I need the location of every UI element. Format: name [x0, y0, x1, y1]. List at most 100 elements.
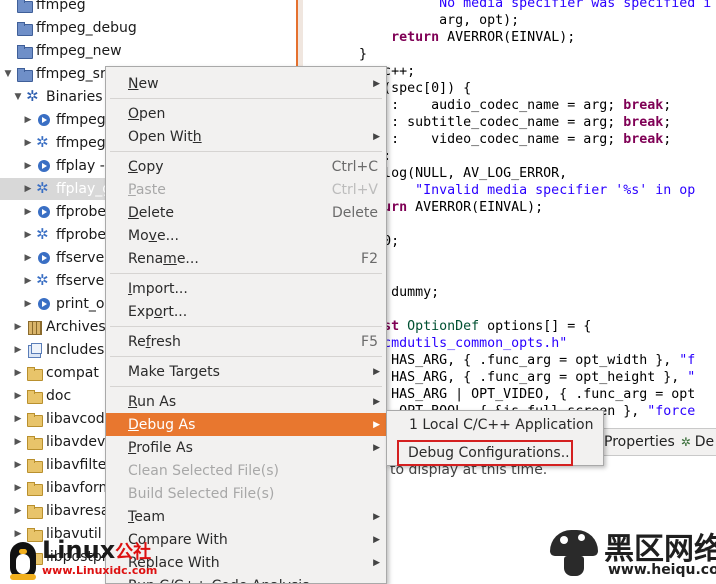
code-token: : video_codec_name = arg; — [383, 132, 624, 147]
submenu-arrow-icon: ▶ — [373, 78, 380, 89]
collapsed-twisty-icon[interactable]: ▶ — [22, 207, 34, 217]
code-token: options[] = { — [479, 319, 592, 334]
collapsed-twisty-icon[interactable]: ▶ — [22, 115, 34, 125]
tree-item[interactable]: ffmpeg_new — [0, 40, 296, 62]
menu-label-part: Clean Selected File(s) — [128, 462, 279, 479]
menu-debug-as[interactable]: Debug As ▶ — [106, 413, 386, 436]
menu-run-as[interactable]: Run As ▶ — [106, 390, 386, 413]
tab-properties[interactable]: Properties — [600, 434, 675, 450]
menu-mnemonic: D — [128, 204, 139, 221]
collapsed-twisty-icon[interactable]: ▶ — [12, 437, 24, 447]
collapsed-twisty-icon[interactable]: ▶ — [12, 345, 24, 355]
menu-label-part: rt... — [162, 303, 188, 320]
menu-item-label: Profile As — [128, 440, 193, 456]
collapsed-twisty-icon[interactable]: ▶ — [22, 230, 34, 240]
collapsed-twisty-icon[interactable]: ▶ — [12, 368, 24, 378]
binary-gear-icon — [36, 133, 52, 151]
collapsed-twisty-icon[interactable]: ▶ — [22, 138, 34, 148]
menu-label-part: un As — [137, 393, 177, 410]
archives-icon — [26, 319, 42, 335]
linux-watermark-url: www.Linuxidc.com — [42, 564, 158, 577]
collapsed-twisty-icon[interactable]: ▶ — [22, 276, 34, 286]
tree-item-label: libavdevi — [46, 434, 110, 450]
linux-watermark-word: Linux — [42, 536, 116, 564]
collapsed-twisty-icon[interactable]: ▶ — [12, 483, 24, 493]
menu-paste[interactable]: Paste Ctrl+V — [106, 178, 386, 201]
menu-rename[interactable]: Rename... F2 — [106, 247, 386, 270]
tree-item[interactable]: ffmpeg — [0, 0, 296, 16]
menu-open-with[interactable]: Open With ▶ — [106, 125, 386, 148]
menu-team[interactable]: Team ▶ — [106, 505, 386, 528]
code-token: OptionDef — [407, 319, 480, 334]
menu-export[interactable]: Export... — [106, 300, 386, 323]
menu-label-part: ew — [138, 75, 159, 92]
submenu-item-label: 1 Local C/C++ Application — [409, 417, 594, 433]
submenu-arrow-icon: ▶ — [373, 442, 380, 453]
folder-icon — [26, 480, 43, 496]
code-token: No media specifier was specified i — [439, 0, 712, 11]
menu-label-part: pen — [139, 105, 166, 122]
menu-new[interactable]: New ▶ — [106, 72, 386, 95]
code-token: AVERROR(EINVAL); — [407, 200, 544, 215]
binary-run-icon — [36, 296, 52, 312]
menu-separator — [110, 386, 382, 387]
menu-label-part: mport... — [132, 280, 188, 297]
expanded-twisty-icon[interactable]: ▼ — [12, 92, 24, 102]
code-token: break — [623, 115, 664, 130]
menu-open[interactable]: Open — [106, 102, 386, 125]
binary-run-icon — [36, 204, 52, 220]
tree-item-label: print_o — [56, 296, 105, 312]
folder-icon — [26, 365, 43, 381]
tree-item[interactable]: ffmpeg_debug — [0, 17, 296, 39]
menu-mnemonic: O — [128, 105, 140, 122]
menu-label-part: Mo — [128, 227, 149, 244]
submenu-local-cpp-app[interactable]: 1 Local C/C++ Application — [387, 413, 603, 437]
context-menu: New ▶ Open Open With ▶ Copy Ctrl+C Paste Ctrl+V D… — [105, 66, 387, 584]
menu-delete[interactable]: Delete Delete — [106, 201, 386, 224]
menu-shortcut: F5 — [361, 333, 378, 350]
menu-shortcut: Delete — [332, 204, 378, 221]
menu-move[interactable]: Move... — [106, 224, 386, 247]
menu-label-part: opy — [137, 158, 164, 175]
menu-item-label: Build Selected File(s) — [128, 486, 274, 502]
menu-shortcut: Ctrl+C — [331, 158, 378, 175]
menu-mnemonic: R — [128, 393, 138, 410]
menu-item-label: Run As — [128, 394, 176, 410]
menu-mnemonic: m — [163, 250, 177, 267]
collapsed-twisty-icon[interactable]: ▶ — [22, 184, 34, 194]
collapsed-twisty-icon[interactable]: ▶ — [12, 460, 24, 470]
menu-item-label: Import... — [128, 281, 188, 297]
menu-mnemonic: P — [128, 439, 137, 456]
binary-run-icon — [36, 112, 52, 128]
menu-label-part: Re — [128, 333, 146, 350]
collapsed-twisty-icon[interactable]: ▶ — [12, 322, 24, 332]
menu-clean-selected[interactable]: Clean Selected File(s) — [106, 459, 386, 482]
menu-copy[interactable]: Copy Ctrl+C — [106, 155, 386, 178]
code-token: " — [687, 370, 696, 385]
menu-profile-as[interactable]: Profile As ▶ — [106, 436, 386, 459]
menu-mnemonic: o — [154, 303, 163, 320]
tree-item-label: ffprobe — [56, 204, 107, 220]
collapsed-twisty-icon[interactable]: ▶ — [12, 506, 24, 516]
binary-gear-icon — [36, 225, 52, 243]
code-token: "force — [647, 404, 696, 419]
menu-import[interactable]: Import... — [106, 277, 386, 300]
menu-label-part: rofile As — [136, 439, 193, 456]
collapsed-twisty-icon[interactable]: ▶ — [12, 414, 24, 424]
menu-make-targets[interactable]: Make Targets ▶ — [106, 360, 386, 383]
folder-icon — [26, 411, 43, 427]
submenu-debug-configurations[interactable]: Debug Configurations... — [387, 441, 603, 465]
collapsed-twisty-icon[interactable]: ▶ — [12, 391, 24, 401]
menu-build-selected[interactable]: Build Selected File(s) — [106, 482, 386, 505]
tree-item-label: libavresa — [46, 503, 110, 519]
menu-refresh[interactable]: Refresh F5 — [106, 330, 386, 353]
code-line: arg, opt); — [303, 12, 519, 29]
collapsed-twisty-icon[interactable]: ▶ — [22, 161, 34, 171]
submenu-item-label: Debug Configurations... — [408, 445, 575, 461]
expanded-twisty-icon[interactable]: ▼ — [2, 69, 14, 79]
collapsed-twisty-icon[interactable]: ▶ — [22, 299, 34, 309]
menu-label-part: e... — [176, 250, 199, 267]
collapsed-twisty-icon[interactable]: ▶ — [22, 253, 34, 263]
tab-debug[interactable]: De — [693, 434, 714, 450]
menu-item-label: Team — [128, 509, 165, 525]
